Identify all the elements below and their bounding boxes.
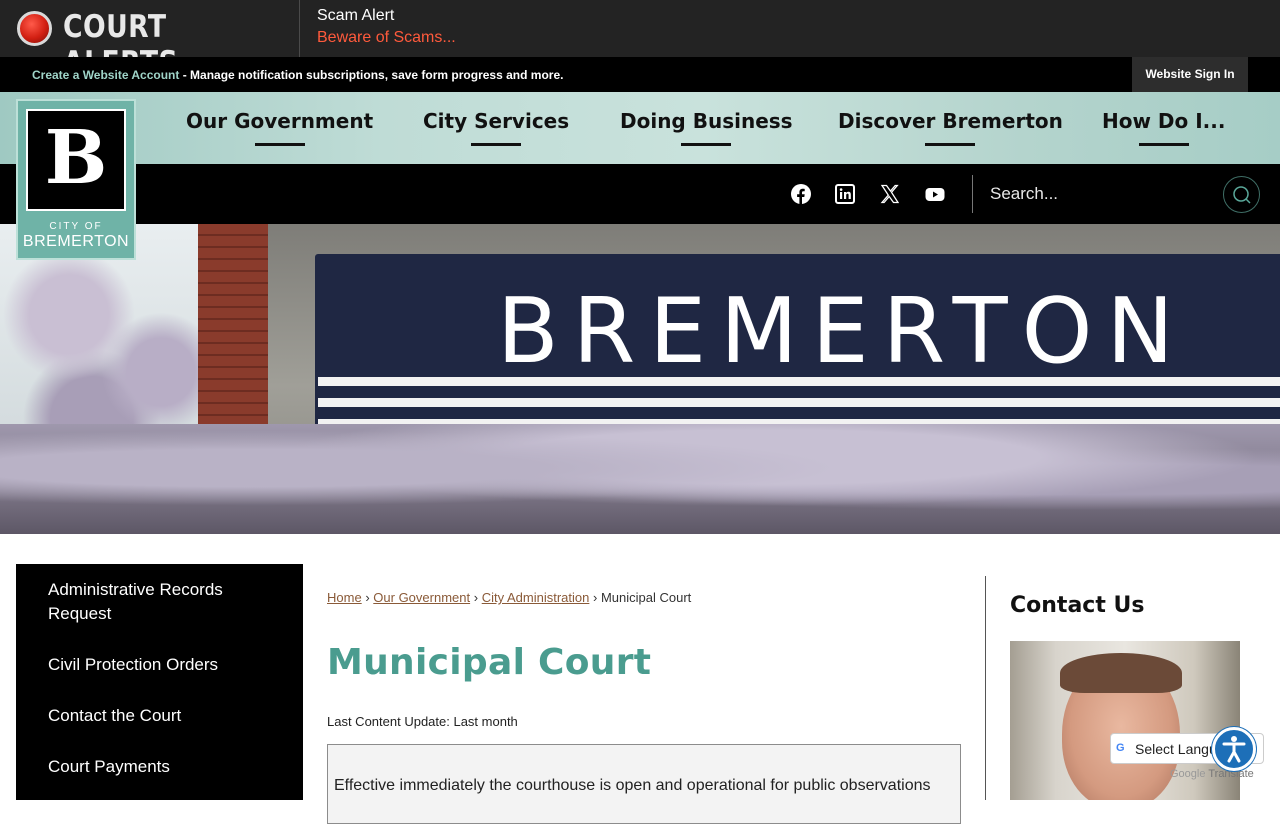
sidebar-item-civil-protection-orders[interactable]: Civil Protection Orders bbox=[16, 653, 303, 677]
contact-photo-hair bbox=[1060, 653, 1182, 693]
alert-indicator-icon bbox=[17, 11, 52, 46]
create-account-link[interactable]: Create a Website Account bbox=[32, 68, 179, 82]
breadcrumb-separator: › bbox=[592, 590, 598, 605]
logo-emblem: B bbox=[26, 109, 126, 211]
main-navigation: Our Government City Services Doing Busin… bbox=[0, 92, 1280, 164]
alert-bar: COURT ALERTS Scam Alert Beware of Scams.… bbox=[0, 0, 1280, 81]
hero-sign-stripe bbox=[318, 398, 1280, 407]
site-search-input[interactable] bbox=[990, 180, 1210, 208]
nav-city-services[interactable]: City Services bbox=[423, 109, 569, 133]
breadcrumb-current: Municipal Court bbox=[600, 590, 692, 605]
city-logo[interactable]: B CITY OF BREMERTON bbox=[16, 99, 136, 260]
search-divider bbox=[972, 175, 973, 213]
breadcrumb-home[interactable]: Home bbox=[327, 590, 362, 605]
account-message: Create a Website Account - Manage notifi… bbox=[32, 68, 563, 82]
language-select-label: Select Langu bbox=[1135, 741, 1217, 757]
nav-discover-bremerton[interactable]: Discover Bremerton bbox=[838, 109, 1063, 133]
logo-city-name: BREMERTON bbox=[22, 233, 130, 250]
hero-sign-stripe bbox=[318, 377, 1280, 386]
alert-header[interactable]: COURT ALERTS bbox=[0, 0, 300, 81]
last-content-update: Last Content Update: Last month bbox=[327, 714, 518, 729]
account-bar: Create a Website Account - Manage notifi… bbox=[0, 57, 1280, 92]
nav-our-government[interactable]: Our Government bbox=[186, 109, 373, 133]
x-icon[interactable] bbox=[880, 184, 900, 204]
website-sign-in-button[interactable]: Website Sign In bbox=[1132, 57, 1248, 92]
sidebar-item-court-payments[interactable]: Court Payments bbox=[16, 755, 303, 779]
sidebar-nav: Administrative Records Request Civil Pro… bbox=[16, 564, 303, 800]
alert-item-title[interactable]: Scam Alert bbox=[317, 7, 394, 25]
nav-doing-business[interactable]: Doing Business bbox=[620, 109, 793, 133]
accessibility-icon bbox=[1222, 736, 1246, 763]
hero-banner: BREMERTON bbox=[0, 224, 1280, 534]
google-translate-icon: G bbox=[1116, 742, 1125, 754]
google-label: Google bbox=[1170, 768, 1206, 780]
sidebar-item-contact-the-court[interactable]: Contact the Court bbox=[16, 704, 303, 728]
sidebar-item-administrative-records[interactable]: Administrative Records Request bbox=[16, 578, 303, 626]
account-description: - Manage notification subscriptions, sav… bbox=[179, 68, 564, 82]
breadcrumb-city-administration[interactable]: City Administration bbox=[482, 590, 590, 605]
notice-text: Effective immediately the courthouse is … bbox=[334, 777, 931, 794]
contact-us-heading: Contact Us bbox=[1010, 593, 1145, 618]
alert-item-link[interactable]: Beware of Scams... bbox=[317, 29, 456, 47]
search-button[interactable] bbox=[1223, 176, 1260, 213]
nav-how-do-i[interactable]: How Do I... bbox=[1102, 109, 1225, 133]
logo-letter: B bbox=[44, 115, 108, 201]
youtube-icon[interactable] bbox=[925, 184, 945, 204]
column-divider bbox=[985, 576, 986, 800]
breadcrumb-separator: › bbox=[365, 590, 370, 605]
accessibility-button[interactable] bbox=[1212, 727, 1256, 771]
search-social-bar bbox=[0, 164, 1280, 224]
breadcrumb-our-government[interactable]: Our Government bbox=[373, 590, 470, 605]
hero-shrubs bbox=[0, 424, 1280, 534]
hero-sign-text: BREMERTON bbox=[497, 279, 1188, 384]
linkedin-icon[interactable] bbox=[835, 184, 855, 204]
breadcrumb: Home › Our Government › City Administrat… bbox=[327, 590, 691, 605]
facebook-icon[interactable] bbox=[791, 184, 811, 204]
breadcrumb-separator: › bbox=[473, 590, 479, 605]
notice-box: Effective immediately the courthouse is … bbox=[327, 744, 961, 824]
logo-city-of: CITY OF bbox=[49, 221, 103, 232]
page-title: Municipal Court bbox=[327, 642, 652, 683]
search-icon bbox=[1233, 186, 1251, 204]
